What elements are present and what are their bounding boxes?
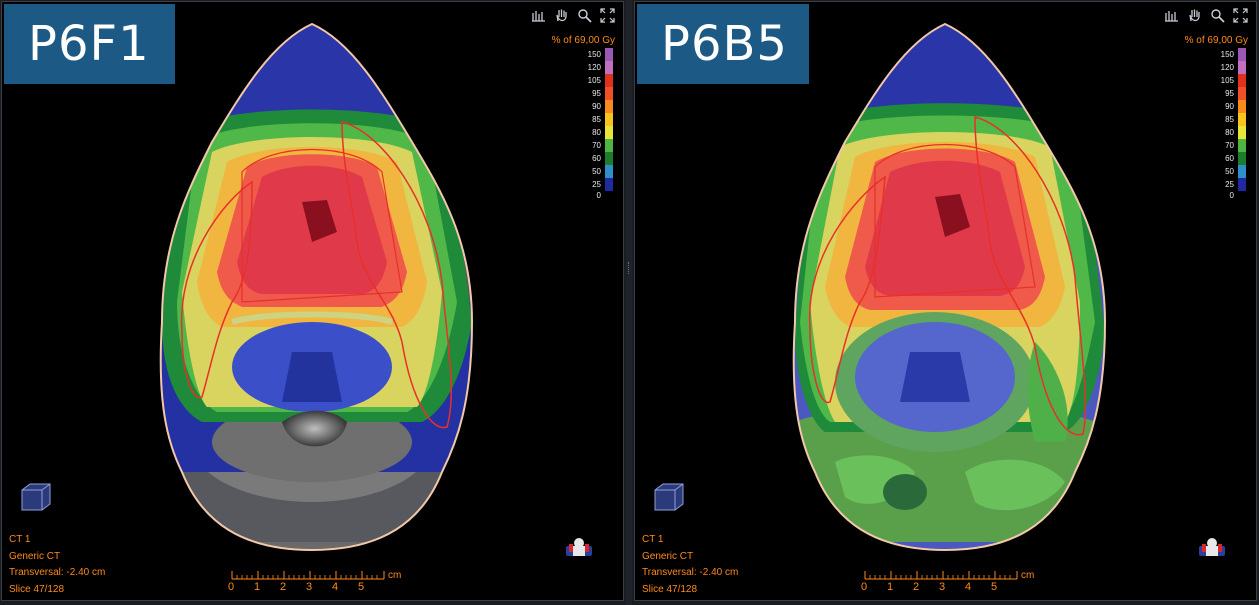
legend-row-120: 120 (1204, 61, 1248, 74)
info-transversal: Transversal: -2.40 cm (9, 567, 106, 578)
ct-dose-image (159, 22, 474, 552)
info-transversal: Transversal: -2.40 cm (642, 567, 739, 578)
legend-row-60: 60 (571, 152, 615, 165)
legend-row-150: 150 (571, 48, 615, 61)
ruler-tick: 4 (332, 581, 339, 593)
info-image-set: CT 1 (642, 534, 664, 545)
legend-row-150: 150 (1204, 48, 1248, 61)
info-slice: Slice 47/128 (642, 583, 698, 595)
fit-to-window-icon[interactable] (600, 8, 615, 23)
image-info: CT 1 Generic CT Transversal: -2.40 cm Sl… (9, 532, 105, 598)
legend-row-50: 50 (571, 165, 615, 178)
dose-legend-title: % of 69,00 Gy (551, 35, 615, 46)
viewer-toolbar (1164, 8, 1248, 23)
legend-row-0: 0 (1229, 191, 1234, 200)
dose-profile-icon[interactable] (1164, 8, 1179, 23)
scale-ruler (231, 571, 385, 580)
legend-row-0: 0 (596, 191, 601, 200)
ruler-tick: 5 (358, 581, 365, 593)
ruler-tick-labels: 0 1 2 3 4 5 (861, 581, 1011, 595)
splitter-grip[interactable] (628, 262, 631, 274)
legend-row-25: 25 (571, 178, 615, 191)
ruler-tick: 1 (254, 581, 261, 593)
pan-hand-icon[interactable] (1187, 8, 1202, 23)
patient-orientation-icon[interactable] (1197, 536, 1227, 558)
ruler-tick-labels: 0 1 2 3 4 5 (228, 581, 378, 595)
dose-legend-title: % of 69,00 Gy (1184, 35, 1248, 46)
zoom-icon[interactable] (577, 8, 592, 23)
info-ct-type: Generic CT (642, 550, 694, 562)
viewer-panel-right[interactable]: P6B5 % of 69,00 Gy 150 120 105 95 90 85 … (634, 1, 1257, 601)
ruler-unit: cm (1021, 570, 1035, 581)
dose-profile-icon[interactable] (531, 8, 546, 23)
plan-label: P6F1 (4, 4, 175, 84)
info-ct-type: Generic CT (9, 550, 61, 562)
legend-row-105: 105 (571, 74, 615, 87)
ruler-tick: 4 (965, 581, 972, 593)
ruler-tick: 0 (228, 581, 235, 593)
ruler-tick: 0 (861, 581, 868, 593)
viewer-panel-left[interactable]: P6F1 % of 69,00 Gy 150 120 105 95 90 85 … (1, 1, 624, 601)
legend-row-80: 80 (1204, 126, 1248, 139)
ruler-tick: 3 (939, 581, 946, 593)
legend-row-95: 95 (571, 87, 615, 100)
legend-row-95: 95 (1204, 87, 1248, 100)
ruler-unit: cm (388, 570, 402, 581)
scale-ruler (864, 571, 1018, 580)
info-image-set: CT 1 (9, 534, 31, 545)
legend-row-80: 80 (571, 126, 615, 139)
ruler-tick: 2 (280, 581, 287, 593)
viewer-toolbar (531, 8, 615, 23)
legend-row-90: 90 (1204, 100, 1248, 113)
info-slice: Slice 47/128 (9, 583, 65, 595)
plan-label: P6B5 (637, 4, 809, 84)
legend-row-70: 70 (571, 139, 615, 152)
legend-row-90: 90 (571, 100, 615, 113)
ct-dose-image (792, 22, 1107, 552)
legend-row-120: 120 (571, 61, 615, 74)
orientation-cube-icon[interactable] (651, 480, 687, 516)
dose-color-legend: 150 120 105 95 90 85 80 70 60 50 25 0 (571, 48, 615, 204)
legend-row-70: 70 (1204, 139, 1248, 152)
ruler-tick: 1 (887, 581, 894, 593)
legend-row-60: 60 (1204, 152, 1248, 165)
ruler-tick: 2 (913, 581, 920, 593)
pan-hand-icon[interactable] (554, 8, 569, 23)
ruler-tick: 5 (991, 581, 998, 593)
legend-row-85: 85 (1204, 113, 1248, 126)
fit-to-window-icon[interactable] (1233, 8, 1248, 23)
image-info: CT 1 Generic CT Transversal: -2.40 cm Sl… (642, 532, 738, 598)
legend-row-85: 85 (571, 113, 615, 126)
legend-row-105: 105 (1204, 74, 1248, 87)
zoom-icon[interactable] (1210, 8, 1225, 23)
dose-color-legend: 150 120 105 95 90 85 80 70 60 50 25 0 (1204, 48, 1248, 204)
legend-row-50: 50 (1204, 165, 1248, 178)
panel-splitter[interactable] (626, 0, 632, 605)
ruler-tick: 3 (306, 581, 313, 593)
patient-orientation-icon[interactable] (564, 536, 594, 558)
legend-row-25: 25 (1204, 178, 1248, 191)
orientation-cube-icon[interactable] (18, 480, 54, 516)
